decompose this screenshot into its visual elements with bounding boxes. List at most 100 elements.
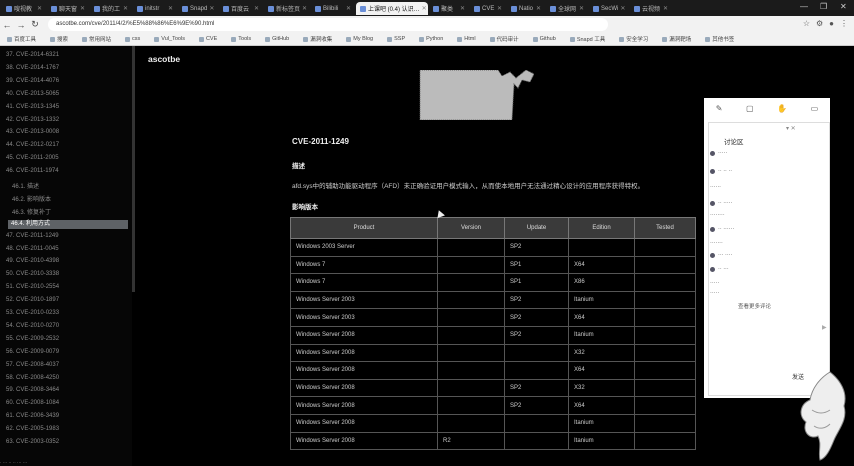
browser-tab[interactable]: 云视频 ✕ — [630, 2, 672, 15]
tab-close-icon[interactable]: ✕ — [579, 5, 584, 12]
tab-close-icon[interactable]: ✕ — [168, 5, 173, 12]
browser-tab[interactable]: Natio ✕ — [507, 2, 545, 15]
forward-icon[interactable]: → — [14, 20, 28, 30]
tab-close-icon[interactable]: ✕ — [209, 5, 214, 12]
tab-close-icon[interactable]: ✕ — [37, 5, 42, 12]
browser-tab[interactable]: Snapd ✕ — [178, 2, 218, 15]
tab-close-icon[interactable]: ✕ — [497, 5, 502, 12]
sidebar-item[interactable]: 53. CVE-2010-0233 — [6, 310, 59, 316]
bookmark-item[interactable]: 漏洞收集 — [296, 35, 339, 43]
tab-close-icon[interactable]: ✕ — [460, 5, 465, 12]
bookmark-item[interactable]: Tools — [224, 36, 258, 42]
tab-close-icon[interactable]: ✕ — [620, 5, 625, 12]
sidebar-item[interactable]: 49. CVE-2010-4398 — [6, 258, 59, 264]
sidebar-item[interactable]: 43. CVE-2013-0008 — [6, 129, 59, 135]
sidebar-item[interactable]: 62. CVE-2005-1983 — [6, 426, 59, 432]
extensions-icon[interactable]: ⚙ — [816, 19, 823, 28]
url-input[interactable]: ascotbe.com/cve/2011/4/2/%E5%88%86%E6%9E… — [48, 18, 608, 31]
panel-close-icon[interactable]: ▾ ✕ — [786, 125, 796, 132]
sidebar-item[interactable]: 44. CVE-2012-0217 — [6, 142, 59, 148]
reload-icon[interactable]: ↻ — [28, 19, 42, 30]
bookmark-item[interactable]: GitHub — [258, 36, 296, 42]
tab-close-icon[interactable]: ✕ — [80, 5, 85, 12]
sidebar-item[interactable]: 46.3. 修复补丁 — [12, 207, 51, 216]
bookmark-item[interactable]: Python — [412, 36, 450, 42]
sidebar-item[interactable]: 52. CVE-2010-1897 — [6, 297, 59, 303]
sidebar-item[interactable]: 45. CVE-2011-2005 — [6, 155, 59, 161]
tab-close-icon[interactable]: ✕ — [422, 5, 427, 12]
bookmark-item[interactable]: css — [118, 36, 147, 42]
bookmark-item[interactable]: 安全学习 — [612, 35, 655, 43]
sidebar-item[interactable]: 63. CVE-2003-0352 — [6, 439, 59, 445]
bookmark-item[interactable]: My Blog — [339, 36, 380, 42]
sidebar-item[interactable]: 57. CVE-2008-4037 — [6, 362, 59, 368]
sidebar-item[interactable]: 56. CVE-2009-0079 — [6, 349, 59, 355]
sidebar-item[interactable]: 61. CVE-2006-3439 — [6, 413, 59, 419]
browser-tab[interactable]: CVE ✕ — [470, 2, 506, 15]
browser-tab[interactable]: Bilibili ✕ — [311, 2, 355, 15]
sidebar-item[interactable]: 37. CVE-2014-6321 — [6, 52, 59, 58]
pencil-icon[interactable]: ✎ — [716, 104, 723, 113]
square-icon[interactable]: ▢ — [746, 104, 754, 113]
browser-tab[interactable]: initstr ✕ — [133, 2, 177, 15]
bookmark-item[interactable]: Html — [450, 36, 482, 42]
bookmark-item[interactable]: CVE — [192, 36, 224, 42]
profile-icon[interactable]: ● — [829, 19, 834, 28]
tab-close-icon[interactable]: ✕ — [663, 5, 668, 12]
tab-close-icon[interactable]: ✕ — [346, 5, 351, 12]
browser-tab[interactable]: 上课吧 (0.4) 认识… ✕ — [356, 2, 428, 15]
tab-close-icon[interactable]: ✕ — [536, 5, 541, 12]
sidebar-item[interactable]: 46.4. 利用方式 — [8, 219, 128, 229]
sidebar-item[interactable]: 58. CVE-2008-4250 — [6, 375, 59, 381]
sidebar-item[interactable]: 40. CVE-2013-5065 — [6, 91, 59, 97]
sidebar-item[interactable]: 50. CVE-2010-3338 — [6, 271, 59, 277]
bookmark-item[interactable]: 常用网站 — [75, 35, 118, 43]
minimize-icon[interactable]: — — [800, 2, 808, 11]
menu-icon[interactable]: ⋮ — [840, 19, 848, 28]
maximize-icon[interactable]: ❐ — [820, 2, 827, 11]
browser-tab[interactable]: 全球网 ✕ — [546, 2, 588, 15]
rect-icon[interactable]: ▭ — [811, 104, 819, 113]
bookmark-item[interactable]: 代码审计 — [483, 35, 526, 43]
sidebar-item[interactable]: 39. CVE-2014-4076 — [6, 78, 59, 84]
sidebar-item[interactable]: 41. CVE-2013-1345 — [6, 104, 59, 110]
sidebar-item[interactable]: 59. CVE-2008-3464 — [6, 387, 59, 393]
sidebar-item[interactable]: 46. CVE-2011-1974 — [6, 168, 59, 174]
sidebar-item[interactable]: 42. CVE-2013-1332 — [6, 117, 59, 123]
browser-tab[interactable]: 新标签页 ✕ — [264, 2, 310, 15]
sidebar-item[interactable]: 48. CVE-2011-0045 — [6, 246, 59, 252]
star-icon[interactable]: ☆ — [803, 19, 810, 28]
browser-tab[interactable]: 我的工 ✕ — [90, 2, 132, 15]
bookmark-item[interactable]: SSP — [380, 36, 412, 42]
tab-close-icon[interactable]: ✕ — [254, 5, 259, 12]
site-title[interactable]: ascotbe — [148, 54, 180, 64]
bookmark-item[interactable]: Snapd 工具 — [563, 35, 612, 43]
back-icon[interactable]: ← — [0, 20, 14, 30]
bookmark-item[interactable]: 漏洞靶场 — [655, 35, 698, 43]
browser-tab[interactable]: 聊天窗 ✕ — [47, 2, 89, 15]
sidebar-item[interactable]: 46.2. 影响版本 — [12, 194, 51, 203]
hand-icon[interactable]: ✋ — [777, 104, 787, 113]
bookmark-item[interactable]: Vul_Tools — [147, 36, 192, 42]
sidebar-item[interactable]: 60. CVE-2008-1084 — [6, 400, 59, 406]
browser-tab[interactable]: 聚类 ✕ — [429, 2, 469, 15]
scroll-arrow-icon[interactable]: ▶ — [822, 324, 827, 331]
bookmark-item[interactable]: 百度工具 — [0, 35, 43, 43]
sidebar-item[interactable]: 38. CVE-2014-1767 — [6, 65, 59, 71]
tab-close-icon[interactable]: ✕ — [302, 5, 307, 12]
sidebar-item[interactable]: 47. CVE-2011-1249 — [6, 233, 59, 239]
browser-tab[interactable]: 百度云 ✕ — [219, 2, 263, 15]
sidebar-item[interactable]: 46.1. 描述 — [12, 181, 39, 190]
bookmark-item[interactable]: 其他书签 — [698, 35, 741, 43]
sidebar-item[interactable]: 54. CVE-2010-0270 — [6, 323, 59, 329]
tab-close-icon[interactable]: ✕ — [123, 5, 128, 12]
sidebar-item[interactable]: 55. CVE-2009-2532 — [6, 336, 59, 342]
table-cell: Windows Server 2003 — [290, 290, 438, 310]
browser-tab[interactable]: SecWi ✕ — [589, 2, 629, 15]
browser-tab[interactable]: 嗖视教 ✕ — [2, 2, 46, 15]
sidebar-item[interactable]: 51. CVE-2010-2554 — [6, 284, 59, 290]
close-window-icon[interactable]: ✕ — [840, 2, 847, 11]
bookmark-item[interactable]: Github — [526, 36, 563, 42]
panel-more-link[interactable]: 查看更多评论 — [738, 302, 771, 310]
bookmark-item[interactable]: 搜索 — [43, 35, 75, 43]
